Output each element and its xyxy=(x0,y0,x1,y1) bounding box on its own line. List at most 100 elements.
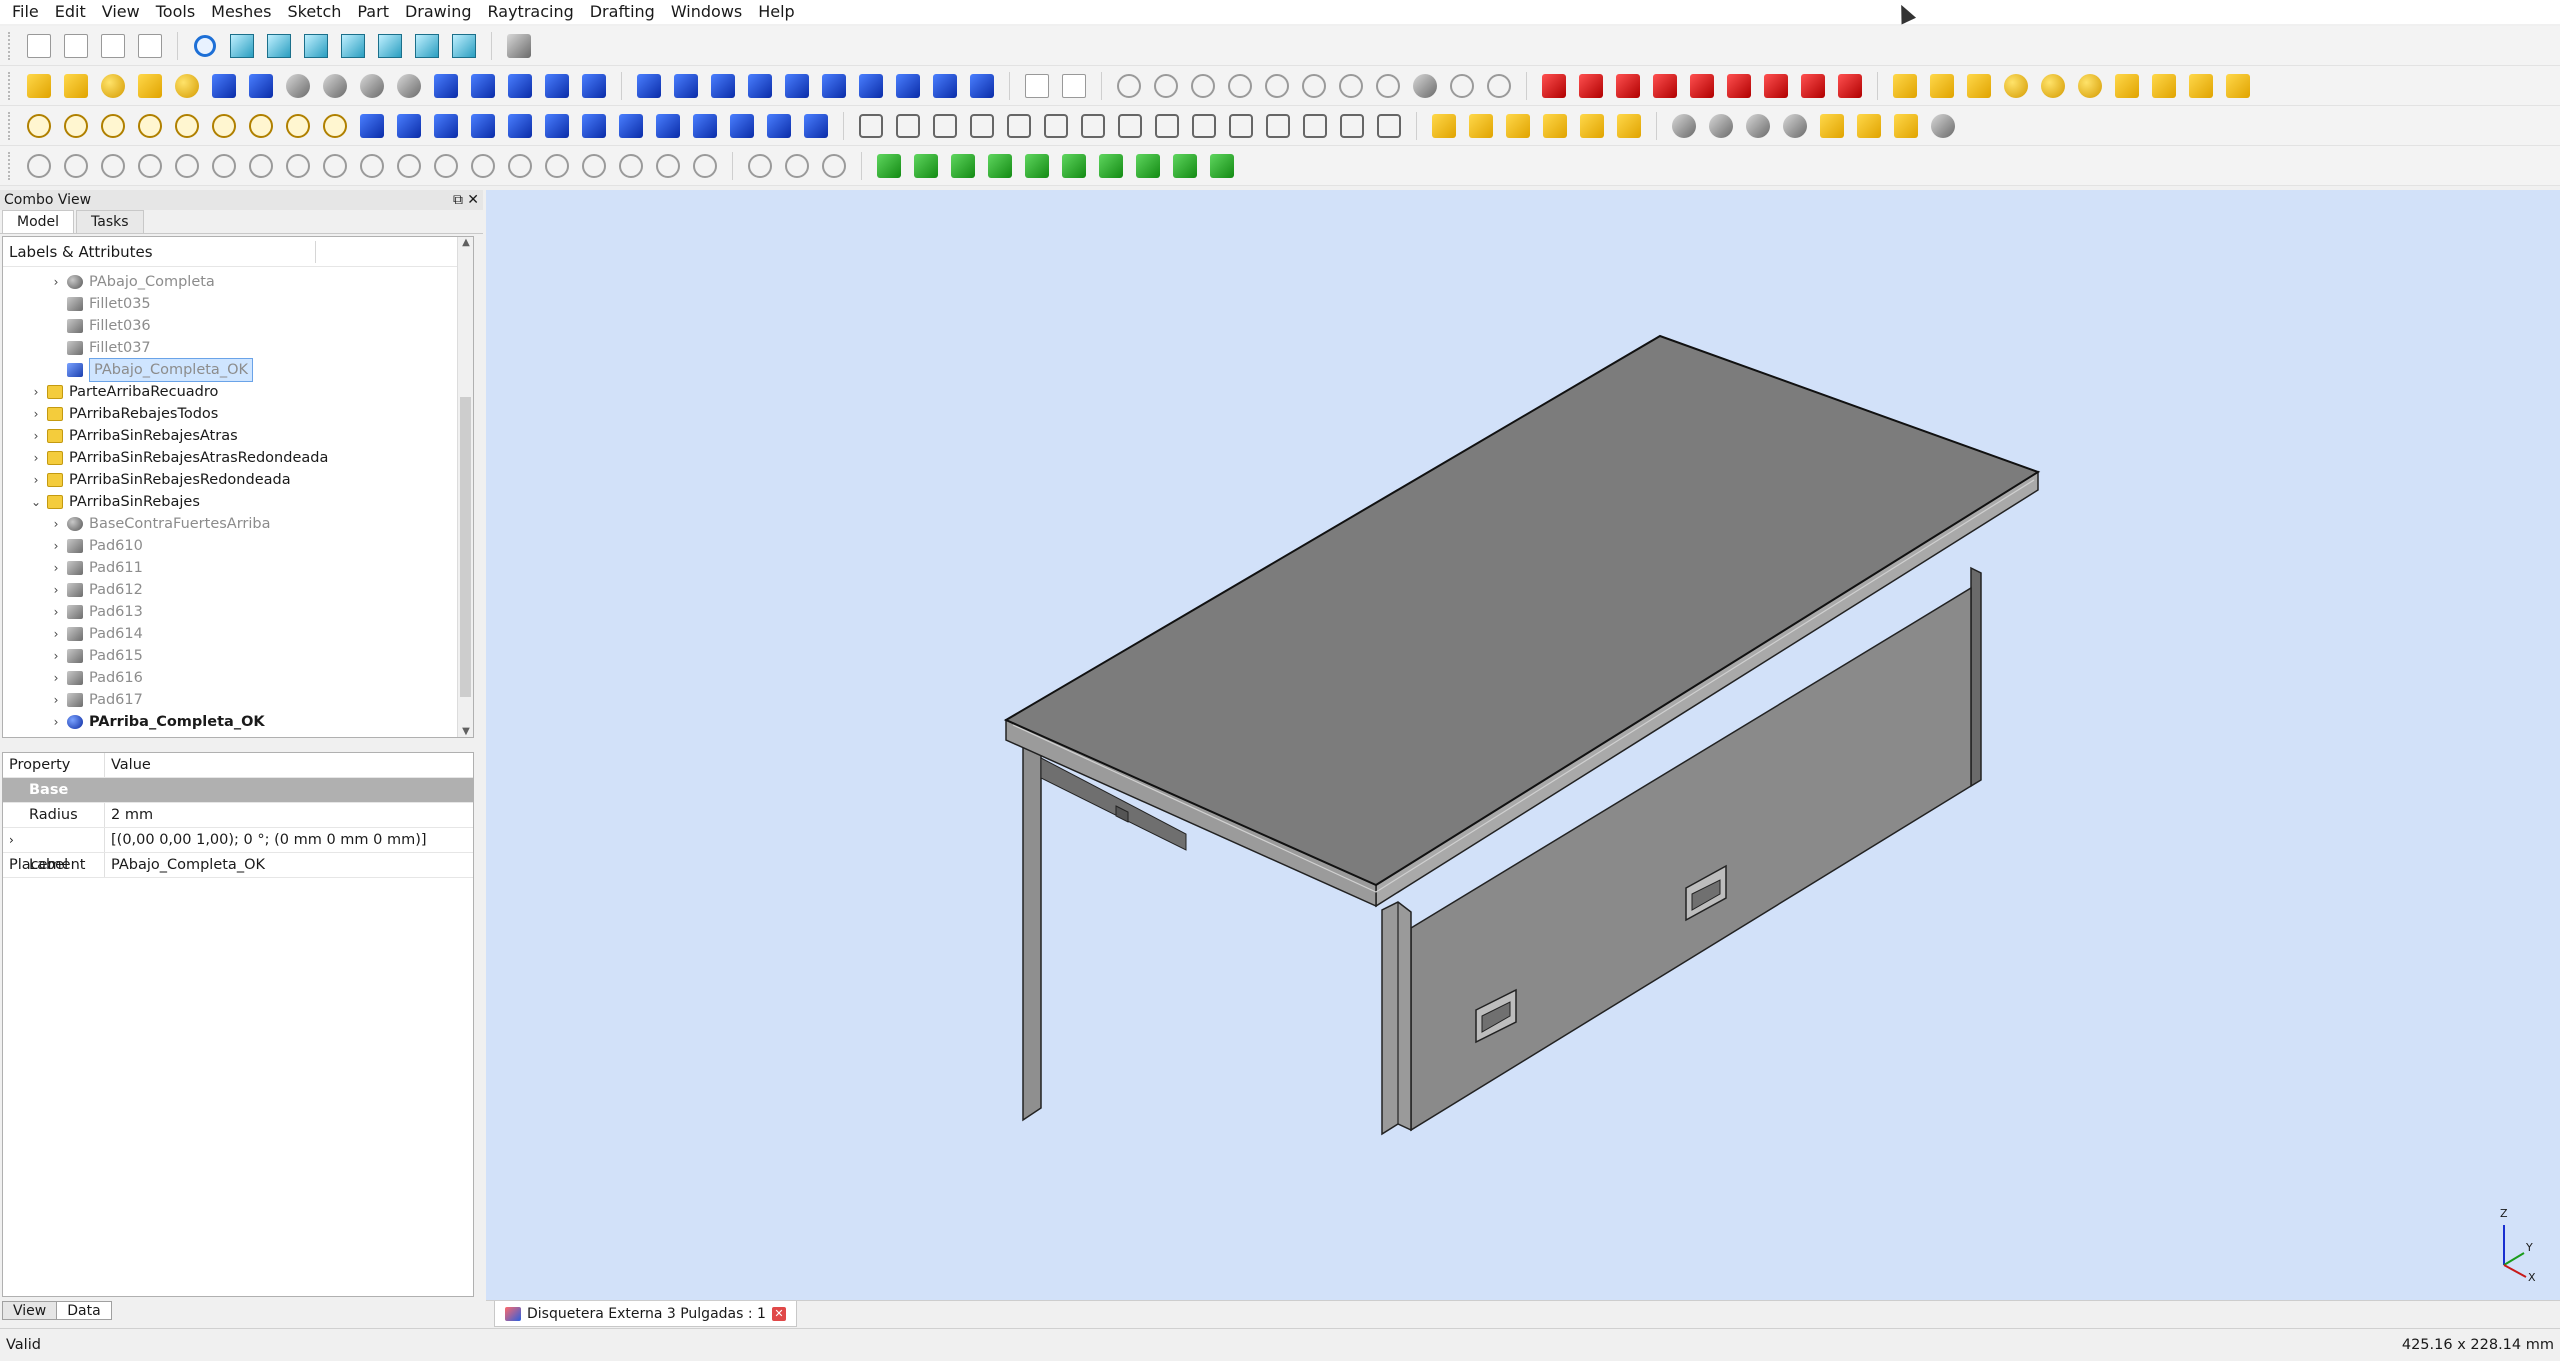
scroll-up-icon[interactable]: ▲ xyxy=(458,237,473,248)
fuse-button[interactable] xyxy=(356,70,388,102)
vertical-constraint-button[interactable] xyxy=(929,110,961,142)
extrude-button[interactable] xyxy=(430,70,462,102)
expand-arrow-icon[interactable]: › xyxy=(49,579,63,601)
cut-sketch-button[interactable] xyxy=(1409,70,1441,102)
menu-windows[interactable]: Windows xyxy=(663,0,750,24)
mesh-cut-button[interactable] xyxy=(1206,150,1238,182)
curve-22-button[interactable] xyxy=(818,150,850,182)
expand-arrow-icon[interactable]: › xyxy=(49,667,63,689)
section-button[interactable] xyxy=(818,70,850,102)
toolbar-grip[interactable] xyxy=(8,31,12,60)
property-row-radius[interactable]: Radius 2 mm xyxy=(3,803,473,828)
offset-button[interactable] xyxy=(892,70,924,102)
tree-item[interactable]: › BaseContraFuertesArriba xyxy=(3,513,271,535)
draft-downgrade-button[interactable] xyxy=(1723,70,1755,102)
tree-item[interactable]: Fillet036 xyxy=(3,315,151,337)
menu-help[interactable]: Help xyxy=(750,0,802,24)
curve-15-button[interactable] xyxy=(541,150,573,182)
tree-item[interactable]: ⌄ PArribaSinRebajes xyxy=(3,491,200,513)
circle-button[interactable] xyxy=(1224,70,1256,102)
tab-view[interactable]: View xyxy=(2,1301,58,1320)
expand-arrow-icon[interactable]: › xyxy=(29,403,43,425)
part-ellipsoid-button[interactable] xyxy=(2037,70,2069,102)
mesh-segment-button[interactable] xyxy=(1132,150,1164,182)
rotate-button[interactable] xyxy=(393,110,425,142)
mesh-from-shape-button[interactable] xyxy=(873,150,905,182)
new-document-button[interactable] xyxy=(23,30,55,62)
rectangle-button[interactable] xyxy=(1335,70,1367,102)
tree-item[interactable]: › PAbajo_Completa xyxy=(3,271,215,293)
expand-arrow-icon[interactable]: › xyxy=(49,513,63,535)
display-mode-button[interactable] xyxy=(1539,110,1571,142)
menu-raytracing[interactable]: Raytracing xyxy=(480,0,582,24)
curve-20-button[interactable] xyxy=(744,150,776,182)
curve-4-button[interactable] xyxy=(134,150,166,182)
curve-10-button[interactable] xyxy=(356,150,388,182)
curve-16-button[interactable] xyxy=(578,150,610,182)
perpendicular-constraint-button[interactable] xyxy=(1040,110,1072,142)
draft-move-button[interactable] xyxy=(1575,70,1607,102)
dimension-button[interactable] xyxy=(319,110,351,142)
tree-item[interactable]: › PArribaRebajesTodos xyxy=(3,403,219,425)
mesh-boolean-button[interactable] xyxy=(1021,150,1053,182)
expand-arrow-icon[interactable]: › xyxy=(49,557,63,579)
make-face-button[interactable] xyxy=(670,70,702,102)
float-panel-icon[interactable]: ⧉ xyxy=(453,190,463,210)
tree-item[interactable]: › Pad617 xyxy=(3,689,143,711)
expand-arrow-icon[interactable]: › xyxy=(49,535,63,557)
front-view-button[interactable] xyxy=(263,30,295,62)
projection-button[interactable] xyxy=(966,70,998,102)
sketch-arc-button[interactable] xyxy=(134,110,166,142)
tree-scrollbar[interactable]: ▲ ▼ xyxy=(457,237,473,737)
cone-button[interactable] xyxy=(134,70,166,102)
curve-19-button[interactable] xyxy=(689,150,721,182)
top-view-button[interactable] xyxy=(300,30,332,62)
thickness-button[interactable] xyxy=(929,70,961,102)
tab-tasks[interactable]: Tasks xyxy=(76,210,144,233)
check-geometry-button[interactable] xyxy=(1705,110,1737,142)
open-drawing-button[interactable] xyxy=(97,30,129,62)
expand-arrow-icon[interactable]: › xyxy=(9,828,29,853)
curve-21-button[interactable] xyxy=(781,150,813,182)
curve-3-button[interactable] xyxy=(97,150,129,182)
scale-button[interactable] xyxy=(578,110,610,142)
property-value[interactable]: [(0,00 0,00 1,00); 0 °; (0 mm 0 mm 0 mm)… xyxy=(105,828,427,852)
curve-13-button[interactable] xyxy=(467,150,499,182)
menu-tools[interactable]: Tools xyxy=(148,0,203,24)
expand-arrow-icon[interactable]: › xyxy=(29,381,43,403)
a3-page-button[interactable] xyxy=(60,30,92,62)
tree-item[interactable]: › Pad611 xyxy=(3,557,143,579)
offset-button[interactable] xyxy=(430,110,462,142)
cylinder-button[interactable] xyxy=(60,70,92,102)
torus-button[interactable] xyxy=(171,70,203,102)
compound-button[interactable] xyxy=(1927,110,1959,142)
upgrade-button[interactable] xyxy=(504,110,536,142)
tree-item[interactable]: › Pad612 xyxy=(3,579,143,601)
leave-sketch-button[interactable] xyxy=(1613,110,1645,142)
tangent-constraint-button[interactable] xyxy=(1077,110,1109,142)
sketch-rectangle-button[interactable] xyxy=(171,110,203,142)
property-row-label[interactable]: Label PAbajo_Completa_OK xyxy=(3,853,473,878)
wireline-button[interactable] xyxy=(689,110,721,142)
draft-offset-button[interactable] xyxy=(1649,70,1681,102)
layer-button[interactable] xyxy=(633,70,665,102)
distance-y-button[interactable] xyxy=(1262,110,1294,142)
part-sphere-button[interactable] xyxy=(2000,70,2032,102)
draft-rotate-button[interactable] xyxy=(1612,70,1644,102)
part-cylinder-button[interactable] xyxy=(1926,70,1958,102)
expand-arrow-icon[interactable]: › xyxy=(49,601,63,623)
fit-all-button[interactable] xyxy=(189,30,221,62)
arc-button[interactable] xyxy=(1187,70,1219,102)
curve-17-button[interactable] xyxy=(615,150,647,182)
clone-button[interactable] xyxy=(800,110,832,142)
refine-shape-button[interactable] xyxy=(1668,110,1700,142)
property-value[interactable]: PAbajo_Completa_OK xyxy=(105,853,265,877)
tree-item[interactable]: Fillet037 xyxy=(3,337,151,359)
snap-button[interactable] xyxy=(726,110,758,142)
tree-item[interactable]: PAbajo_Completa_OK xyxy=(3,358,253,382)
array-button[interactable] xyxy=(763,110,795,142)
curve-11-button[interactable] xyxy=(393,150,425,182)
mesh-curvature-button[interactable] xyxy=(1169,150,1201,182)
tab-model[interactable]: Model xyxy=(2,210,75,233)
cut-button[interactable] xyxy=(319,70,351,102)
